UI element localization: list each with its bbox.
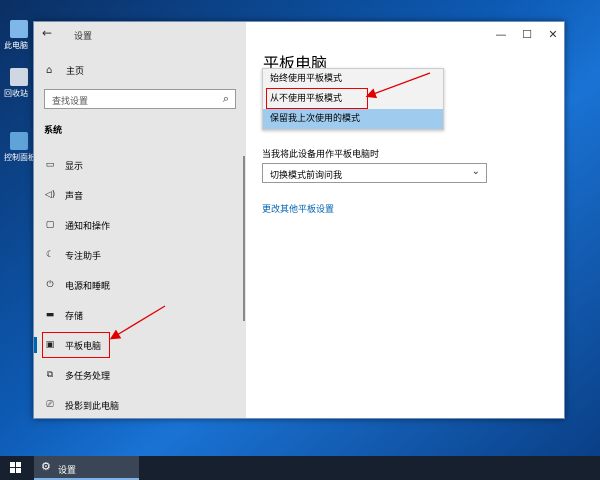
sidebar-item-project[interactable]: ⎚ 投影到此电脑 [34,390,244,420]
sidebar-item-label: 多任务处理 [65,371,111,382]
multitask-icon: ⧉ [46,370,54,380]
window-title: 设置 [74,32,93,42]
desktop-icon-label: 控制面板 [4,153,36,162]
home-icon: ⌂ [46,65,53,76]
sidebar-item-label: 显示 [65,161,84,172]
sidebar-item-label: 存储 [65,311,84,322]
desktop-icon-recycle-bin[interactable]: 回收站 [4,68,34,99]
sidebar-item-focus-assist[interactable]: ☾ 专注助手 [34,240,244,270]
windows-start-icon[interactable] [10,462,22,474]
settings-window: ← 设置 ⌂ 主页 查找设置 ⌕ 系统 ▭ 显示 ◁) 声音 ▢ 通知和操作 ☾… [33,21,565,419]
power-icon: ⏻ [46,280,54,290]
main-content: — ☐ ✕ 平板电脑 始终使用平板模式 从不使用平板模式 保留我上次使用的模式 … [246,22,566,418]
sidebar-item-sound[interactable]: ◁) 声音 [34,180,244,210]
home-label: 主页 [66,67,85,77]
search-input[interactable]: 查找设置 ⌕ [44,89,236,109]
sidebar-item-storage[interactable]: ▬ 存储 [34,300,244,330]
desktop-icon-control-panel[interactable]: 控制面板 [4,132,36,163]
caption-buttons: — ☐ ✕ [488,22,566,46]
back-arrow-icon[interactable]: ← [42,26,52,40]
sidebar-item-label: 电源和睡眠 [65,281,111,292]
section-heading: 系统 [44,126,63,136]
home-link[interactable]: ⌂ 主页 [46,64,84,77]
sidebar-scrollbar[interactable] [243,156,245,321]
project-icon: ⎚ [46,400,54,410]
monitor-icon: ▭ [45,160,55,170]
close-button[interactable]: ✕ [540,22,566,46]
sidebar-item-multitasking[interactable]: ⧉ 多任务处理 [34,360,244,390]
control-panel-icon [10,132,28,150]
sidebar-item-label: 通知和操作 [65,221,111,232]
desktop-icon-this-pc[interactable]: 此电脑 [4,20,34,51]
maximize-button[interactable]: ☐ [514,22,540,46]
sidebar-nav: ▭ 显示 ◁) 声音 ▢ 通知和操作 ☾ 专注助手 ⏻ 电源和睡眠 ▬ 存储 ▣… [34,150,244,420]
more-tablet-settings-link[interactable]: 更改其他平板设置 [262,202,334,215]
dropdown-option-remember[interactable]: 保留我上次使用的模式 [263,109,443,129]
desktop-icon-label: 此电脑 [4,41,28,50]
dropdown-option-always[interactable]: 始终使用平板模式 [263,69,443,89]
sidebar-item-label: 投影到此电脑 [65,401,120,412]
sidebar-item-notifications[interactable]: ▢ 通知和操作 [34,210,244,240]
gear-icon: ⚙ [41,460,51,473]
taskbar-app-label: 设置 [58,466,77,476]
search-placeholder: 查找设置 [52,97,89,107]
taskbar: ⚙ 设置 [0,456,600,480]
recycle-bin-icon [10,68,28,86]
highlight-box-never [266,88,368,109]
title-bar: ← 设置 [34,22,246,46]
minimize-button[interactable]: — [488,22,514,46]
notification-icon: ▢ [45,220,55,230]
sidebar: ← 设置 ⌂ 主页 查找设置 ⌕ 系统 ▭ 显示 ◁) 声音 ▢ 通知和操作 ☾… [34,22,246,418]
tablet-use-select[interactable]: 切换模式前询问我 ⌄ [262,163,487,183]
sidebar-item-power-sleep[interactable]: ⏻ 电源和睡眠 [34,270,244,300]
sidebar-item-label: 专注助手 [65,251,102,262]
tablet-use-label: 当我将此设备用作平板电脑时 [262,150,380,160]
moon-icon: ☾ [45,250,55,260]
storage-icon: ▬ [45,310,55,320]
desktop-icon-label: 回收站 [4,89,28,98]
computer-icon [10,20,28,38]
highlight-box-tablet [42,332,110,358]
select-value: 切换模式前询问我 [270,171,343,181]
search-icon: ⌕ [222,92,229,105]
taskbar-settings-app[interactable]: ⚙ 设置 [34,456,139,480]
sidebar-item-display[interactable]: ▭ 显示 [34,150,244,180]
speaker-icon: ◁) [44,190,56,200]
sidebar-item-label: 声音 [65,191,84,202]
chevron-down-icon: ⌄ [471,166,480,177]
